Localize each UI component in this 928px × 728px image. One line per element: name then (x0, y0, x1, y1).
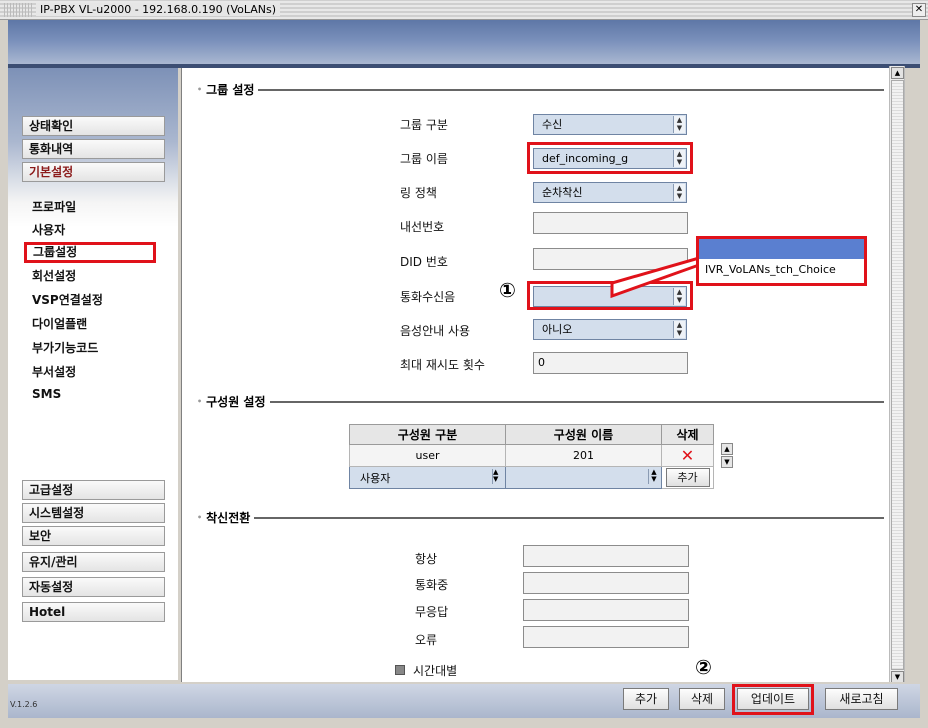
dropdown-option-ivr[interactable]: IVR_VoLANs_tch_Choice (699, 259, 864, 280)
add-member-button[interactable]: 추가 (665, 468, 710, 487)
window-title: IP-PBX VL-u2000 - 192.168.0.190 (VoLANs) (36, 3, 280, 16)
section-title-group: 그룹 설정 (197, 81, 259, 98)
highlight-box-group-name (527, 142, 693, 174)
label-fwd-always: 항상 (415, 552, 438, 566)
new-member-type-value: 사용자 (360, 471, 391, 485)
label-group-type: 그룹 구분 (400, 118, 448, 132)
sidebar-sub-feature-codes[interactable]: 부가기능코드 (32, 339, 98, 356)
label-time-based: 시간대별 (413, 664, 458, 678)
sidebar-item-status[interactable]: 상태확인 (22, 116, 165, 136)
extension-input[interactable] (533, 212, 688, 234)
sidebar-sub-profile[interactable]: 프로파일 (32, 198, 76, 215)
sidebar-item-auto-config[interactable]: 자동설정 (22, 577, 165, 597)
sidebar-sub-users[interactable]: 사용자 (32, 221, 65, 238)
ring-policy-value: 순차착신 (542, 186, 583, 199)
section-divider (200, 401, 884, 403)
label-ringtone: 통화수신음 (400, 290, 456, 304)
did-input[interactable] (533, 248, 688, 270)
group-type-select[interactable]: 수신 ▲ ▼ (533, 114, 687, 135)
scroll-thumb[interactable] (891, 80, 904, 670)
highlight-box-ringtone (527, 281, 693, 310)
section-divider (200, 517, 884, 519)
sidebar-sub-group-settings[interactable]: 그룹설정 (24, 242, 156, 263)
sidebar-sub-departments[interactable]: 부서설정 (32, 363, 76, 380)
annotation-marker-1: ① (499, 278, 516, 302)
refresh-button[interactable]: 새로고침 (825, 688, 898, 710)
label-fwd-busy: 통화중 (415, 578, 449, 592)
new-member-name-select[interactable]: ▲ ▼ (505, 466, 662, 489)
label-did: DID 번호 (400, 255, 448, 269)
new-member-row: 사용자 ▲ ▼ ▲ ▼ 추가 (349, 466, 714, 489)
time-based-checkbox[interactable] (395, 665, 405, 675)
label-max-retry: 최대 재시도 횟수 (400, 358, 485, 372)
section-divider (200, 89, 884, 91)
add-button[interactable]: 추가 (623, 688, 669, 710)
label-ring-policy: 링 정책 (400, 186, 437, 200)
fwd-always-input[interactable] (523, 545, 689, 567)
member-type-cell: user (349, 444, 506, 467)
delete-button[interactable]: 삭제 (679, 688, 725, 710)
sidebar-sub-vsp-settings[interactable]: VSP연결설정 (32, 291, 103, 308)
ring-policy-select[interactable]: 순차착신 ▲ ▼ (533, 182, 687, 203)
new-member-type-select[interactable]: 사용자 ▲ ▼ (349, 466, 506, 489)
sidebar-item-hotel[interactable]: Hotel (22, 602, 165, 622)
col-header-delete: 삭제 (661, 424, 714, 445)
member-scroll[interactable]: ▲ ▼ (721, 443, 733, 469)
vertical-scrollbar[interactable]: ▲ ▼ (889, 66, 905, 684)
label-fwd-no-answer: 무응답 (415, 605, 449, 619)
annotation-marker-2: ② (695, 655, 712, 679)
spinner-icon: ▲ ▼ (648, 469, 659, 484)
titlebar-grip (4, 3, 32, 17)
sidebar-item-system[interactable]: 시스템설정 (22, 503, 165, 523)
label-voice-guide: 음성안내 사용 (400, 324, 471, 338)
window-titlebar: IP-PBX VL-u2000 - 192.168.0.190 (VoLANs)… (0, 0, 928, 20)
label-extension: 내선번호 (400, 220, 445, 234)
section-title-members: 구성원 설정 (197, 393, 270, 410)
max-retry-input[interactable]: 0 (533, 352, 688, 374)
section-title-forwarding: 착신전환 (197, 509, 255, 526)
delete-icon[interactable]: ✕ (661, 444, 714, 467)
col-header-member-type: 구성원 구분 (349, 424, 506, 445)
spinner-icon: ▲ ▼ (673, 184, 685, 201)
sidebar-sub-line-settings[interactable]: 회선설정 (32, 267, 76, 284)
sidebar-item-advanced[interactable]: 고급설정 (22, 480, 165, 500)
fwd-error-input[interactable] (523, 626, 689, 648)
sidebar-sub-sms[interactable]: SMS (32, 387, 61, 401)
spinner-icon: ▲ ▼ (492, 469, 503, 484)
sidebar-item-maintenance[interactable]: 유지/관리 (22, 552, 165, 572)
fwd-busy-input[interactable] (523, 572, 689, 594)
label-group-name: 그룹 이름 (400, 152, 448, 166)
member-scroll-down-icon[interactable]: ▼ (721, 456, 733, 468)
fwd-no-answer-input[interactable] (523, 599, 689, 621)
voice-guide-value: 아니오 (542, 323, 573, 336)
sidebar-sub-dialplan[interactable]: 다이얼플랜 (32, 315, 87, 332)
spinner-icon: ▲ ▼ (673, 116, 685, 133)
members-table: 구성원 구분 구성원 이름 삭제 user 201 ✕ 사용자 ▲ ▼ ▲ ▼ 추가 (349, 424, 714, 489)
voice-guide-select[interactable]: 아니오 ▲ ▼ (533, 319, 687, 340)
version-label: V.1.2.6 (10, 700, 38, 709)
sidebar-item-call-history[interactable]: 통화내역 (22, 139, 165, 159)
group-type-value: 수신 (542, 118, 563, 131)
spinner-icon: ▲ ▼ (673, 321, 685, 338)
add-member-cell: 추가 (661, 466, 714, 489)
highlight-box-update (732, 684, 814, 715)
table-row: user 201 ✕ (349, 444, 714, 467)
member-scroll-up-icon[interactable]: ▲ (721, 443, 733, 455)
sidebar-item-security[interactable]: 보안 (22, 526, 165, 546)
ringtone-dropdown-list[interactable]: IVR_VoLANs_tch_Choice (696, 236, 867, 286)
scroll-up-icon[interactable]: ▲ (891, 67, 904, 79)
header-band (8, 20, 920, 66)
right-frame (905, 68, 928, 682)
member-name-cell: 201 (505, 444, 662, 467)
label-fwd-error: 오류 (415, 633, 438, 647)
dropdown-option-empty[interactable] (699, 239, 864, 259)
close-icon[interactable]: ✕ (912, 3, 926, 17)
col-header-member-name: 구성원 이름 (505, 424, 662, 445)
sidebar-item-basic-settings[interactable]: 기본설정 (22, 162, 165, 182)
